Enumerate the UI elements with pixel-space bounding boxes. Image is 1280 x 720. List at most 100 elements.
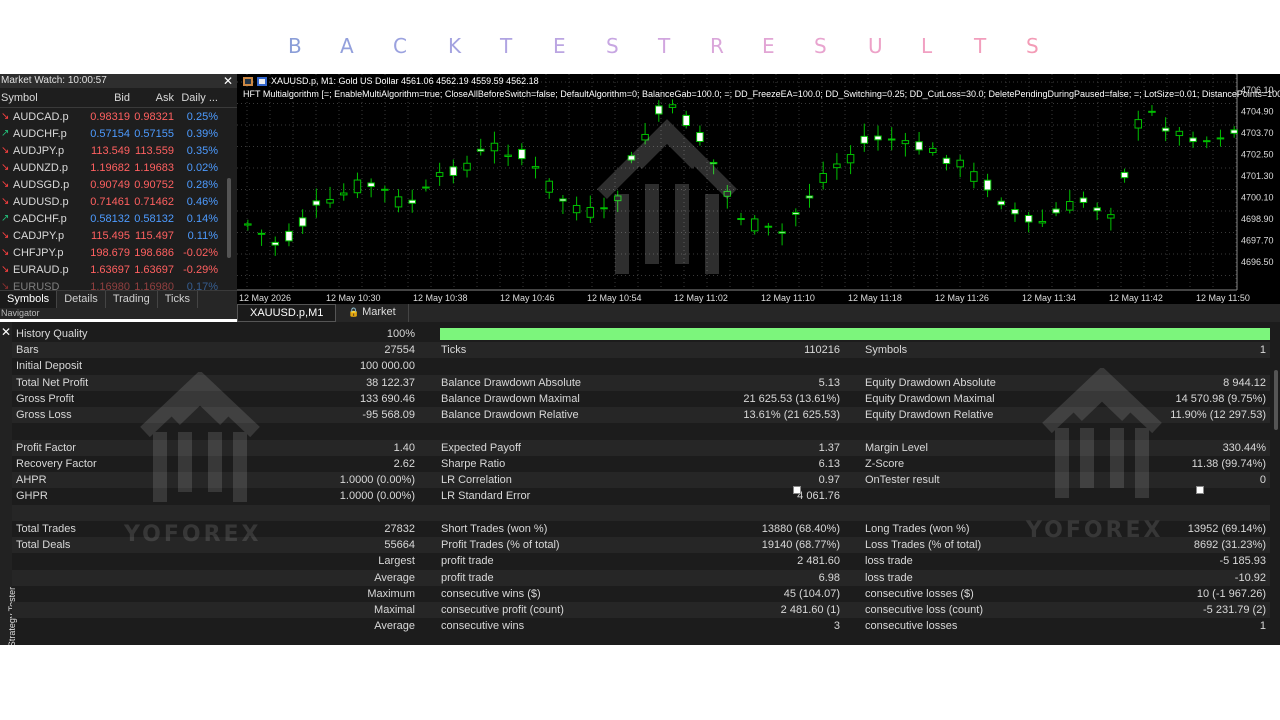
metric-value: 45 (104.07) [783, 587, 840, 600]
candle-body [1175, 130, 1184, 137]
metric-label: consecutive wins [441, 620, 525, 633]
market-watch-row[interactable]: ↘ AUDCAD.p 0.98319 0.98321 0.25% [0, 108, 237, 125]
title-letter: S [606, 34, 620, 58]
market-watch-row[interactable]: ↘ CADJPY.p 115.495 115.497 0.11% [0, 227, 237, 244]
watermark-text: YOFOREX [124, 522, 262, 547]
market-watch-header: Symbol Bid Ask Daily ... [0, 88, 237, 108]
symbol-cell: ↗ CADCHF.p [0, 213, 82, 225]
tab-symbols[interactable]: Symbols [0, 291, 58, 308]
candle-body [586, 207, 595, 218]
time-label: 12 May 11:50 [1196, 293, 1250, 303]
market-watch-row[interactable]: ↘ AUDSGD.p 0.90749 0.90752 0.28% [0, 176, 237, 193]
metric-label: Equity Drawdown Relative [865, 409, 994, 421]
column-header-bid[interactable]: Bid [82, 92, 130, 104]
candlestick-chart: 4706.104704.904703.704702.504701.304700.… [237, 74, 1274, 303]
market-watch-row[interactable]: ↗ CADCHF.p 0.58132 0.58132 0.14% [0, 210, 237, 227]
market-watch-row[interactable]: ↘ AUDUSD.p 0.71461 0.71462 0.46% [0, 193, 237, 210]
candle-body [559, 198, 567, 202]
metric-value: 8692 (31.23%) [1193, 539, 1266, 551]
market-watch-row[interactable]: ↘ AUDJPY.p 113.549 113.559 0.35% [0, 142, 237, 159]
metric-value: 1.37 [818, 441, 840, 454]
metric-label: Equity Drawdown Absolute [865, 376, 996, 389]
candle-body [983, 179, 992, 191]
title-letter: S [814, 34, 828, 58]
symbol-cell: ↘ AUDCAD.p [0, 111, 82, 123]
chart-symbol-info: XAUUSD.p, M1: Gold US Dollar 4561.06 456… [271, 76, 539, 86]
candle-body [367, 182, 375, 188]
metric-label: LR Standard Error [441, 490, 531, 503]
candle-body [572, 204, 581, 214]
candle-body [353, 179, 362, 194]
market-watch-row[interactable]: ↘ AUDNZD.p 1.19682 1.19683 0.02% [0, 159, 237, 176]
metric-value: -5 185.93 [1219, 555, 1266, 568]
bid-cell: 198.679 [90, 246, 130, 259]
price-label: 4698.90 [1241, 214, 1274, 224]
tester-row: Average profit trade 6.98 loss trade -10.92 [12, 569, 1270, 586]
bid-cell: 0.98319 [90, 110, 130, 123]
tester-row: Average consecutive wins 3 consecutive loss… [12, 618, 1270, 634]
price-label: 4700.10 [1241, 193, 1274, 203]
market-watch-tabs: Symbols Details Trading Ticks [0, 290, 237, 308]
arrow-down-icon: ↘ [1, 179, 10, 190]
expert-icon[interactable] [257, 76, 267, 86]
market-watch-row[interactable]: ↗ AUDCHF.p 0.57154 0.57155 0.39% [0, 125, 237, 142]
close-icon[interactable]: ✕ [1, 325, 11, 339]
navigator-header[interactable]: Navigator [0, 308, 237, 319]
market-watch-title-text: Market Watch: 10:00:57 [1, 75, 107, 86]
candle-body [518, 148, 526, 160]
symbol-cell: ↗ AUDCHF.p [0, 128, 82, 140]
metric-value: 5.13 [818, 376, 840, 389]
candle-body [1230, 129, 1238, 134]
price-chart[interactable]: 4706.10 4704.90 4703.70 4702.50 4701.30 4700.… [237, 74, 1280, 304]
metric-label: Expected Payoff [441, 441, 521, 454]
tab-trading[interactable]: Trading [106, 291, 158, 308]
candle-body [531, 166, 540, 169]
daily-change-cell: 0.02% [186, 161, 218, 174]
candle-body [1052, 208, 1060, 214]
bid-cell: 1.19682 [90, 161, 130, 174]
market-watch-scrollbar[interactable] [227, 178, 231, 258]
column-header-symbol[interactable]: Symbol [0, 92, 82, 104]
metric-value: 38 122.37 [366, 376, 415, 389]
candle-body [1107, 214, 1115, 219]
daily-change-cell: 0.46% [186, 195, 218, 208]
metric-value: 8 944.12 [1223, 376, 1266, 389]
candle-body [942, 157, 951, 165]
title-letter: C [393, 34, 408, 58]
column-header-ask[interactable]: Ask [130, 92, 174, 104]
close-icon[interactable]: ✕ [223, 74, 233, 88]
tester-side-bar: ✕ Strategy Tester [0, 322, 17, 645]
tab-details[interactable]: Details [57, 291, 106, 308]
candle-body [1120, 171, 1129, 179]
title-letter: U [868, 34, 884, 58]
candle-body [860, 135, 869, 144]
metric-value: -10.92 [1234, 571, 1266, 584]
tester-scrollbar[interactable] [1274, 370, 1278, 430]
column-header-daily-change[interactable]: Daily ... [174, 92, 220, 104]
market-watch-row[interactable]: ↘ CHFJPY.p 198.679 198.686 -0.02% [0, 244, 237, 261]
metric-label: consecutive losses ($) [865, 587, 974, 600]
metric-value: 10 (-1 967.26) [1196, 587, 1266, 600]
tester-row: Bars 27554 Ticks 110216 Symbols 1 [12, 342, 1270, 358]
candle-body [285, 230, 293, 242]
metric-value: 27554 [384, 344, 415, 356]
chart-type-icon[interactable] [243, 76, 253, 86]
metric-value: 13952 (69.14%) [1187, 522, 1266, 535]
arrow-down-icon: ↘ [1, 230, 10, 241]
candle-body [901, 140, 910, 145]
metric-label: Long Trades (won %) [865, 522, 970, 535]
metric-label: Recovery Factor [16, 457, 97, 470]
chart-tab-label: XAUUSD.p,M1 [250, 307, 324, 319]
metric-label: consecutive losses [865, 620, 958, 633]
marker-icon [1196, 486, 1204, 494]
chart-tab-xauusd[interactable]: XAUUSD.p,M1 [237, 304, 337, 322]
chart-tab-market[interactable]: 🔒 Market [336, 304, 409, 322]
metric-label: Initial Deposit [16, 360, 83, 373]
metric-value: 100 000.00 [359, 360, 415, 373]
tab-ticks[interactable]: Ticks [158, 291, 198, 308]
candle-body [929, 147, 937, 153]
price-label: 4703.70 [1241, 128, 1274, 138]
ask-cell: 0.90752 [134, 178, 174, 191]
metric-label: AHPR [16, 474, 47, 486]
market-watch-row[interactable]: ↘ EURAUD.p 1.63697 1.63697 -0.29% [0, 261, 237, 278]
